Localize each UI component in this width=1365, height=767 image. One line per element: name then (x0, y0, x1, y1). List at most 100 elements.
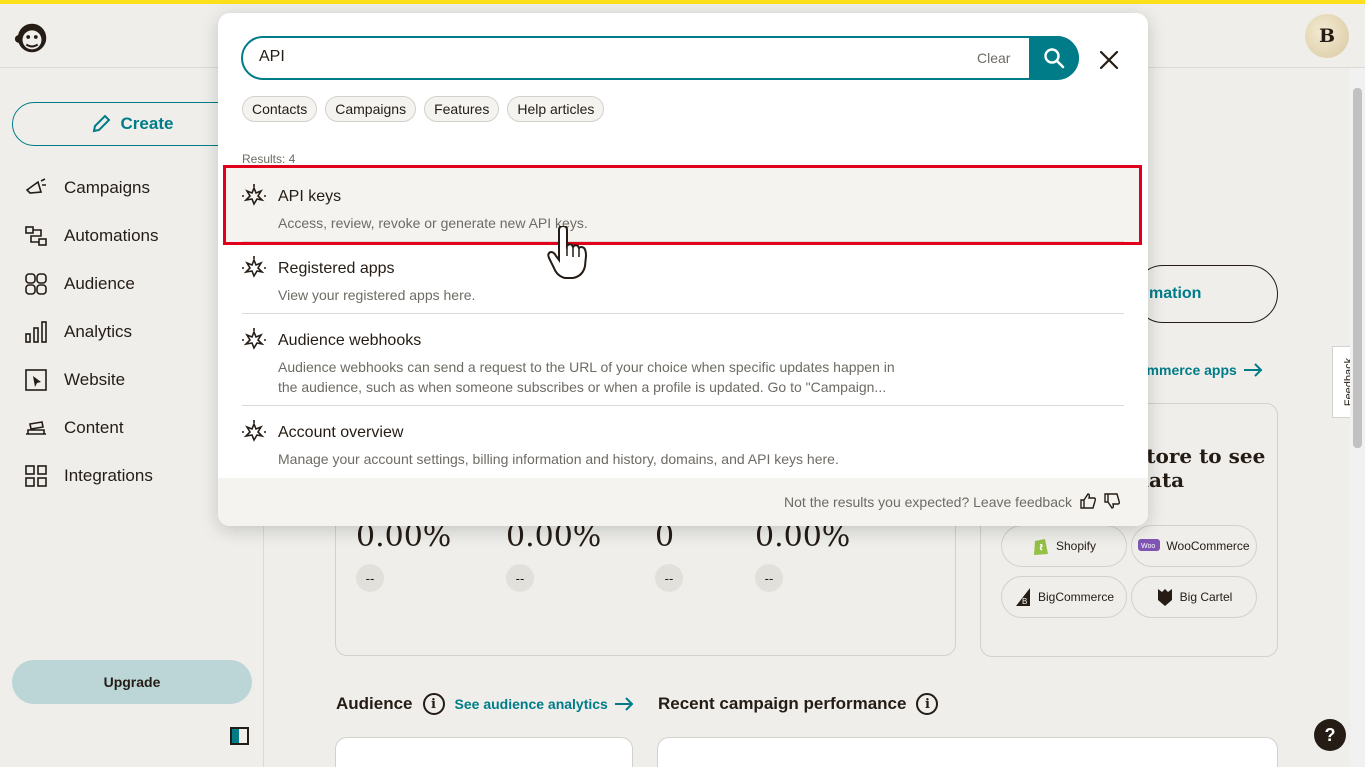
stat-3: 0 -- (655, 519, 683, 592)
filter-contacts[interactable]: Contacts (242, 96, 318, 122)
bigcommerce-button[interactable]: B BigCommerce (1001, 576, 1127, 618)
collapse-sidebar-icon[interactable] (230, 727, 249, 745)
result-title: Registered apps (278, 260, 395, 277)
search-box: Clear (241, 36, 1079, 80)
recent-campaign-section-header: Recent campaign performance i (658, 693, 939, 715)
store-card-title: store to see data (1135, 444, 1266, 492)
search-result-api-keys[interactable]: API keys Access, review, revoke or gener… (226, 180, 1138, 242)
sidebar-item-label: Content (64, 418, 124, 437)
stat-1: 0.00% -- (356, 519, 451, 592)
svg-text:Woo: Woo (1141, 543, 1155, 550)
bigcommerce-icon: B (1015, 588, 1030, 606)
shopify-button[interactable]: Shopify (1001, 525, 1127, 567)
search-result-account-overview[interactable]: Account overview Manage your account set… (226, 416, 1138, 478)
woocommerce-button[interactable]: Woo WooCommerce (1131, 525, 1257, 567)
recent-campaign-card (657, 737, 1278, 767)
store-label: WooCommerce (1166, 539, 1250, 553)
stat-change: -- (655, 564, 683, 592)
arrow-right-icon (614, 697, 634, 711)
result-description: Access, review, revoke or generate new A… (278, 215, 588, 231)
sidebar-item-label: Website (64, 370, 126, 389)
result-title: Account overview (278, 424, 404, 441)
result-description: View your registered apps here. (278, 287, 476, 303)
feature-sparkle-icon (242, 420, 266, 442)
sidebar-item-label: Integrations (64, 466, 153, 485)
sidebar-item-audience[interactable]: Audience (24, 266, 244, 302)
pencil-icon (92, 114, 110, 133)
store-label: Big Cartel (1179, 590, 1233, 604)
search-icon (1044, 48, 1065, 69)
result-description: Manage your account settings, billing in… (278, 451, 839, 467)
bar-chart-icon (25, 321, 47, 343)
stat-change: -- (356, 564, 384, 592)
close-icon[interactable] (1097, 48, 1121, 72)
clear-search-button[interactable]: Clear (977, 50, 1010, 66)
audience-link-label: See audience analytics (454, 696, 608, 712)
stat-change: -- (506, 564, 534, 592)
content-stack-icon (26, 421, 46, 435)
sidebar-item-website[interactable]: Website (24, 362, 244, 398)
commerce-apps-link-label: ommerce apps (1138, 362, 1237, 378)
search-modal: Clear Contacts Campaigns Features Help a… (218, 13, 1148, 526)
result-divider (242, 313, 1124, 314)
sidebar-item-label: Analytics (64, 322, 133, 341)
result-description: Audience webhooks can send a request to … (278, 359, 895, 395)
sidebar-item-integrations[interactable]: Integrations (24, 458, 244, 494)
search-input[interactable] (259, 48, 939, 66)
woocommerce-icon: Woo (1138, 539, 1161, 551)
result-title: API keys (278, 188, 342, 205)
feature-sparkle-icon (242, 256, 266, 278)
arrow-right-icon (1243, 363, 1263, 377)
sidebar-item-label: Audience (64, 274, 135, 293)
thumbs-up-icon[interactable] (1079, 492, 1097, 510)
feature-sparkle-icon (242, 328, 266, 350)
result-divider (242, 241, 1124, 242)
filter-campaigns[interactable]: Campaigns (325, 96, 417, 122)
store-label: Shopify (1055, 539, 1097, 553)
scrollbar-thumb[interactable] (1353, 88, 1362, 448)
megaphone-icon (25, 178, 46, 194)
sidebar-item-campaigns[interactable]: Campaigns (24, 170, 244, 206)
stat-change: -- (755, 564, 783, 592)
commerce-apps-link[interactable]: ommerce apps (1138, 362, 1263, 378)
result-title: Audience webhooks (278, 332, 422, 349)
upgrade-button[interactable]: Upgrade (12, 660, 252, 704)
grid-icon (25, 465, 47, 487)
audience-section-header: Audience i See audience analytics (336, 693, 634, 715)
website-cursor-icon (25, 369, 47, 391)
leave-feedback-text[interactable]: Not the results you expected? Leave feed… (784, 494, 1072, 510)
mailchimp-logo-icon[interactable] (13, 18, 51, 56)
see-audience-analytics-link[interactable]: See audience analytics (455, 696, 634, 712)
stat-4: 0.00% -- (755, 519, 850, 592)
thumbs-down-icon[interactable] (1103, 492, 1121, 510)
search-button[interactable] (1029, 36, 1079, 80)
bigcartel-icon (1157, 589, 1172, 606)
create-automation-button[interactable]: mation (1134, 265, 1278, 323)
user-avatar[interactable]: B (1305, 14, 1349, 58)
sidebar-item-automations[interactable]: Automations (24, 218, 244, 254)
svg-text:B: B (1022, 597, 1027, 606)
feature-sparkle-icon (242, 184, 266, 206)
recent-campaign-heading: Recent campaign performance (658, 694, 907, 713)
filter-help-articles[interactable]: Help articles (507, 96, 605, 122)
stat-2: 0.00% -- (506, 519, 601, 592)
audience-card (335, 737, 633, 767)
sidebar-item-label: Automations (64, 226, 159, 245)
bigcartel-button[interactable]: Big Cartel (1131, 576, 1257, 618)
help-button[interactable]: ? (1314, 719, 1346, 751)
info-icon[interactable]: i (422, 693, 445, 715)
page-scrollbar[interactable] (1350, 68, 1365, 767)
info-icon[interactable]: i (916, 693, 939, 715)
search-modal-footer: Not the results you expected? Leave feed… (218, 478, 1148, 526)
sidebar-item-analytics[interactable]: Analytics (24, 314, 244, 350)
search-result-audience-webhooks[interactable]: Audience webhooks Audience webhooks can … (226, 324, 1138, 406)
result-divider (242, 405, 1124, 406)
audience-icon (25, 273, 47, 295)
search-filters: Contacts Campaigns Features Help article… (242, 96, 605, 122)
filter-features[interactable]: Features (424, 96, 500, 122)
sidebar-item-content[interactable]: Content (24, 410, 244, 446)
create-button[interactable]: Create (12, 102, 252, 146)
sidebar-item-label: Campaigns (64, 178, 150, 197)
store-label: BigCommerce (1037, 590, 1115, 604)
search-result-registered-apps[interactable]: Registered apps View your registered app… (226, 252, 1138, 314)
